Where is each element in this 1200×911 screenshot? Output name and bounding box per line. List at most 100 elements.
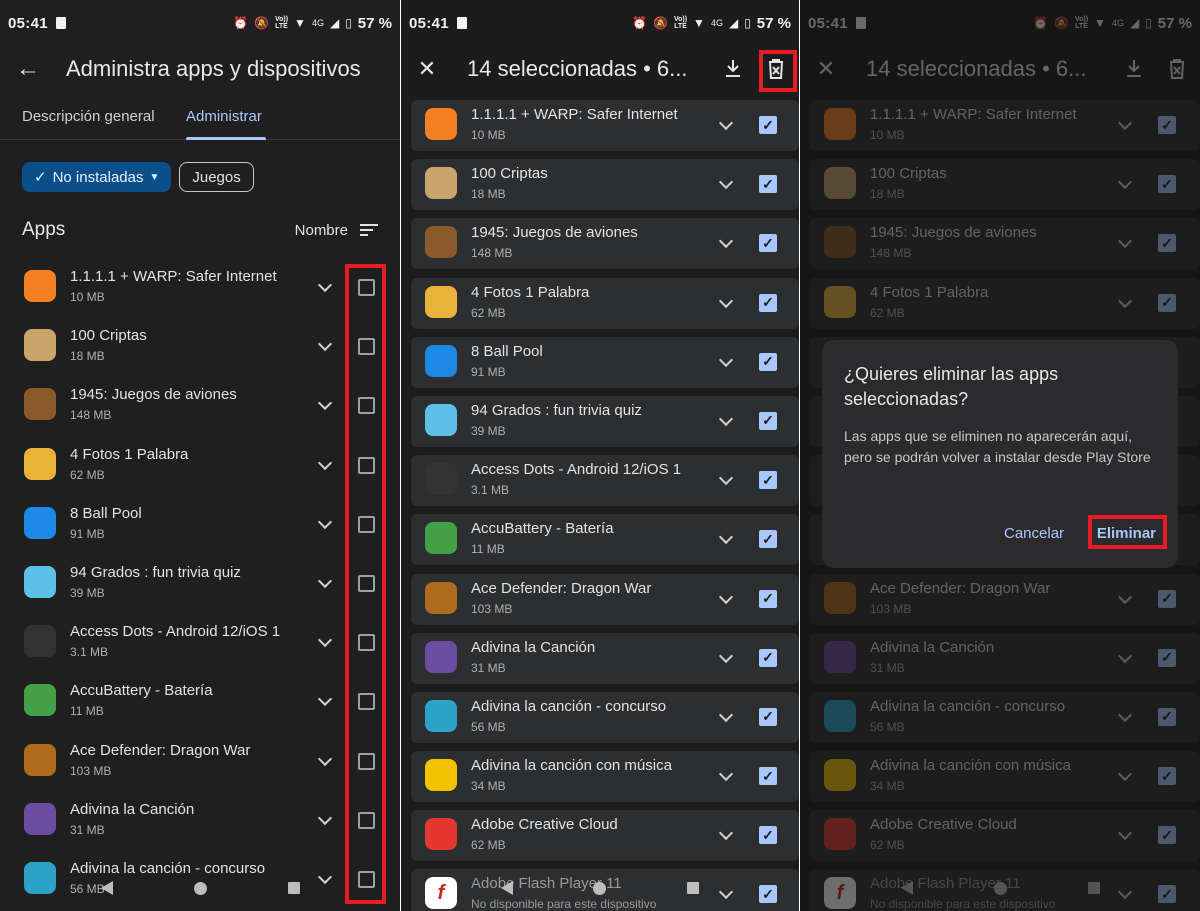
checked-checkbox[interactable]: ✓ [759, 589, 777, 608]
tab-manage[interactable]: Administrar [186, 108, 262, 125]
checked-checkbox[interactable]: ✓ [759, 471, 777, 490]
sort-button[interactable]: Nombre [295, 222, 348, 239]
chevron-down-icon[interactable] [317, 810, 333, 825]
list-item[interactable]: 4 Fotos 1 Palabra 62 MB ✓ [401, 274, 799, 333]
app-card [411, 632, 799, 684]
check-icon: ✓ [34, 169, 47, 186]
app-size: 62 MB [471, 305, 506, 320]
network-type: 4G [311, 18, 324, 28]
status-time: 05:41 [409, 14, 449, 32]
checked-checkbox[interactable]: ✓ [759, 175, 777, 194]
app-size: 10 MB [471, 128, 506, 142]
dialog-body: Las apps que se eliminen no aparecerán a… [844, 428, 1151, 465]
checked-checkbox[interactable]: ✓ [759, 352, 777, 371]
list-item[interactable]: 94 Grados : fun trivia quiz 39 MB [0, 554, 400, 613]
checked-checkbox[interactable]: ✓ [759, 293, 777, 312]
app-name: Ace Defender: Dragon War [471, 579, 652, 597]
chevron-down-icon[interactable] [317, 573, 333, 589]
cancion-icon [425, 640, 457, 673]
chevron-down-icon[interactable] [317, 514, 333, 529]
section-title: Apps [22, 219, 66, 240]
nav-back-icon[interactable] [100, 881, 113, 895]
app-size: 31 MB [471, 660, 506, 675]
fotos-icon [24, 447, 56, 480]
chevron-down-icon[interactable] [317, 396, 333, 411]
filter-not-installed-chip[interactable]: ✓ No instaladas ▼ [22, 162, 172, 192]
checked-checkbox[interactable]: ✓ [759, 530, 777, 549]
close-icon[interactable]: ✕ [401, 56, 453, 82]
sort-icon[interactable] [360, 221, 378, 239]
nav-bar [0, 865, 400, 911]
list-item[interactable]: 100 Criptas 18 MB ✓ [401, 155, 799, 214]
checked-checkbox[interactable]: ✓ [759, 767, 777, 786]
app-size: 11 MB [471, 542, 505, 557]
selection-title: 14 seleccionadas • 6... [467, 56, 688, 81]
tab-overview[interactable]: Descripción general [22, 108, 155, 125]
dragon-icon [24, 743, 56, 776]
chevron-down-icon[interactable] [317, 455, 333, 470]
checked-checkbox[interactable]: ✓ [759, 234, 777, 253]
list-item[interactable]: 1.1.1.1 + WARP: Safer Internet 10 MB [0, 258, 400, 317]
list-item[interactable]: 8 Ball Pool 91 MB ✓ [401, 333, 799, 392]
nav-back-icon[interactable] [501, 881, 514, 895]
chevron-down-icon[interactable] [317, 633, 333, 648]
selection-bar: ✕ 14 seleccionadas • 6... [401, 46, 799, 92]
list-item[interactable]: AccuBattery - Batería 11 MB [0, 672, 400, 731]
list-item[interactable]: 94 Grados : fun trivia quiz 39 MB ✓ [401, 392, 799, 451]
app-name: 100 Criptas [471, 165, 548, 183]
battery-icon: ▯ [345, 16, 352, 30]
download-icon[interactable] [723, 58, 743, 80]
nav-home-icon[interactable] [193, 881, 207, 895]
checkbox-highlight [345, 264, 386, 904]
tab-bar: Descripción general Administrar [0, 96, 400, 140]
list-item[interactable]: 1945: Juegos de aviones 148 MB ✓ [401, 214, 799, 273]
planes-icon [425, 226, 457, 259]
checked-checkbox[interactable]: ✓ [759, 707, 777, 726]
chevron-down-icon[interactable] [317, 692, 333, 707]
list-item[interactable]: Adivina la Canción 31 MB [0, 791, 400, 850]
app-size: 103 MB [471, 601, 513, 616]
status-bar: 05:41 ⏰ 🔕 Vo)) LTE ▼ 4G ◢ ▯ 57 % [0, 0, 400, 46]
checked-checkbox[interactable]: ✓ [759, 411, 777, 430]
network-type: 4G [710, 18, 723, 28]
nav-home-icon[interactable] [593, 881, 607, 895]
list-item[interactable]: Ace Defender: Dragon War 103 MB ✓ [401, 570, 799, 629]
concurso-icon [425, 699, 457, 732]
app-name: Adobe Creative Cloud [471, 816, 618, 834]
list-item[interactable]: Adivina la Canción 31 MB ✓ [401, 629, 799, 688]
list-item[interactable]: AccuBattery - Batería 11 MB ✓ [401, 510, 799, 569]
checked-checkbox[interactable]: ✓ [759, 648, 777, 667]
mute-icon: 🔕 [653, 16, 668, 30]
adobe-icon [425, 818, 457, 851]
list-item[interactable]: 8 Ball Pool 91 MB [0, 495, 400, 554]
app-name: 94 Grados : fun trivia quiz [70, 563, 241, 581]
chevron-down-icon[interactable] [317, 277, 333, 293]
dialog-title: ¿Quieres eliminar las apps seleccionadas… [844, 364, 1059, 409]
list-item[interactable]: Adobe Creative Cloud 62 MB ✓ [401, 806, 799, 865]
checked-checkbox[interactable]: ✓ [759, 826, 777, 845]
ball-icon [425, 344, 457, 377]
back-arrow-icon[interactable]: ← [0, 55, 56, 83]
nav-recents-icon[interactable] [686, 882, 699, 894]
list-item[interactable]: Adivina la canción con música 34 MB ✓ [401, 747, 799, 806]
app-name: Adivina la canción - concurso [471, 697, 667, 715]
list-item[interactable]: Access Dots - Android 12/iOS 1 3.1 MB [0, 613, 400, 672]
nav-recents-icon[interactable] [287, 882, 300, 894]
list-item[interactable]: 100 Criptas 18 MB [0, 317, 400, 376]
cancel-button[interactable]: Cancelar [1004, 525, 1064, 542]
checked-checkbox[interactable]: ✓ [759, 116, 777, 134]
chevron-down-icon[interactable] [317, 337, 333, 352]
app-name: Adivina la canción con música [471, 757, 672, 775]
filter-games-chip[interactable]: Juegos [179, 162, 254, 192]
app-name: 1.1.1.1 + WARP: Safer Internet [471, 106, 678, 123]
list-item[interactable]: Access Dots - Android 12/iOS 1 3.1 MB ✓ [401, 451, 799, 510]
list-item[interactable]: Ace Defender: Dragon War 103 MB [0, 732, 400, 791]
list-item[interactable]: 1.1.1.1 + WARP: Safer Internet 10 MB ✓ [401, 96, 799, 155]
list-item[interactable]: 4 Fotos 1 Palabra 62 MB [0, 436, 400, 495]
list-item[interactable]: 1945: Juegos de aviones 148 MB [0, 376, 400, 435]
list-item[interactable]: Adivina la canción - concurso 56 MB ✓ [401, 688, 799, 747]
app-size: 148 MB [471, 246, 513, 261]
nav-bar [401, 865, 799, 911]
chevron-down-icon[interactable] [317, 751, 333, 766]
wifi-icon: ▼ [294, 16, 306, 30]
